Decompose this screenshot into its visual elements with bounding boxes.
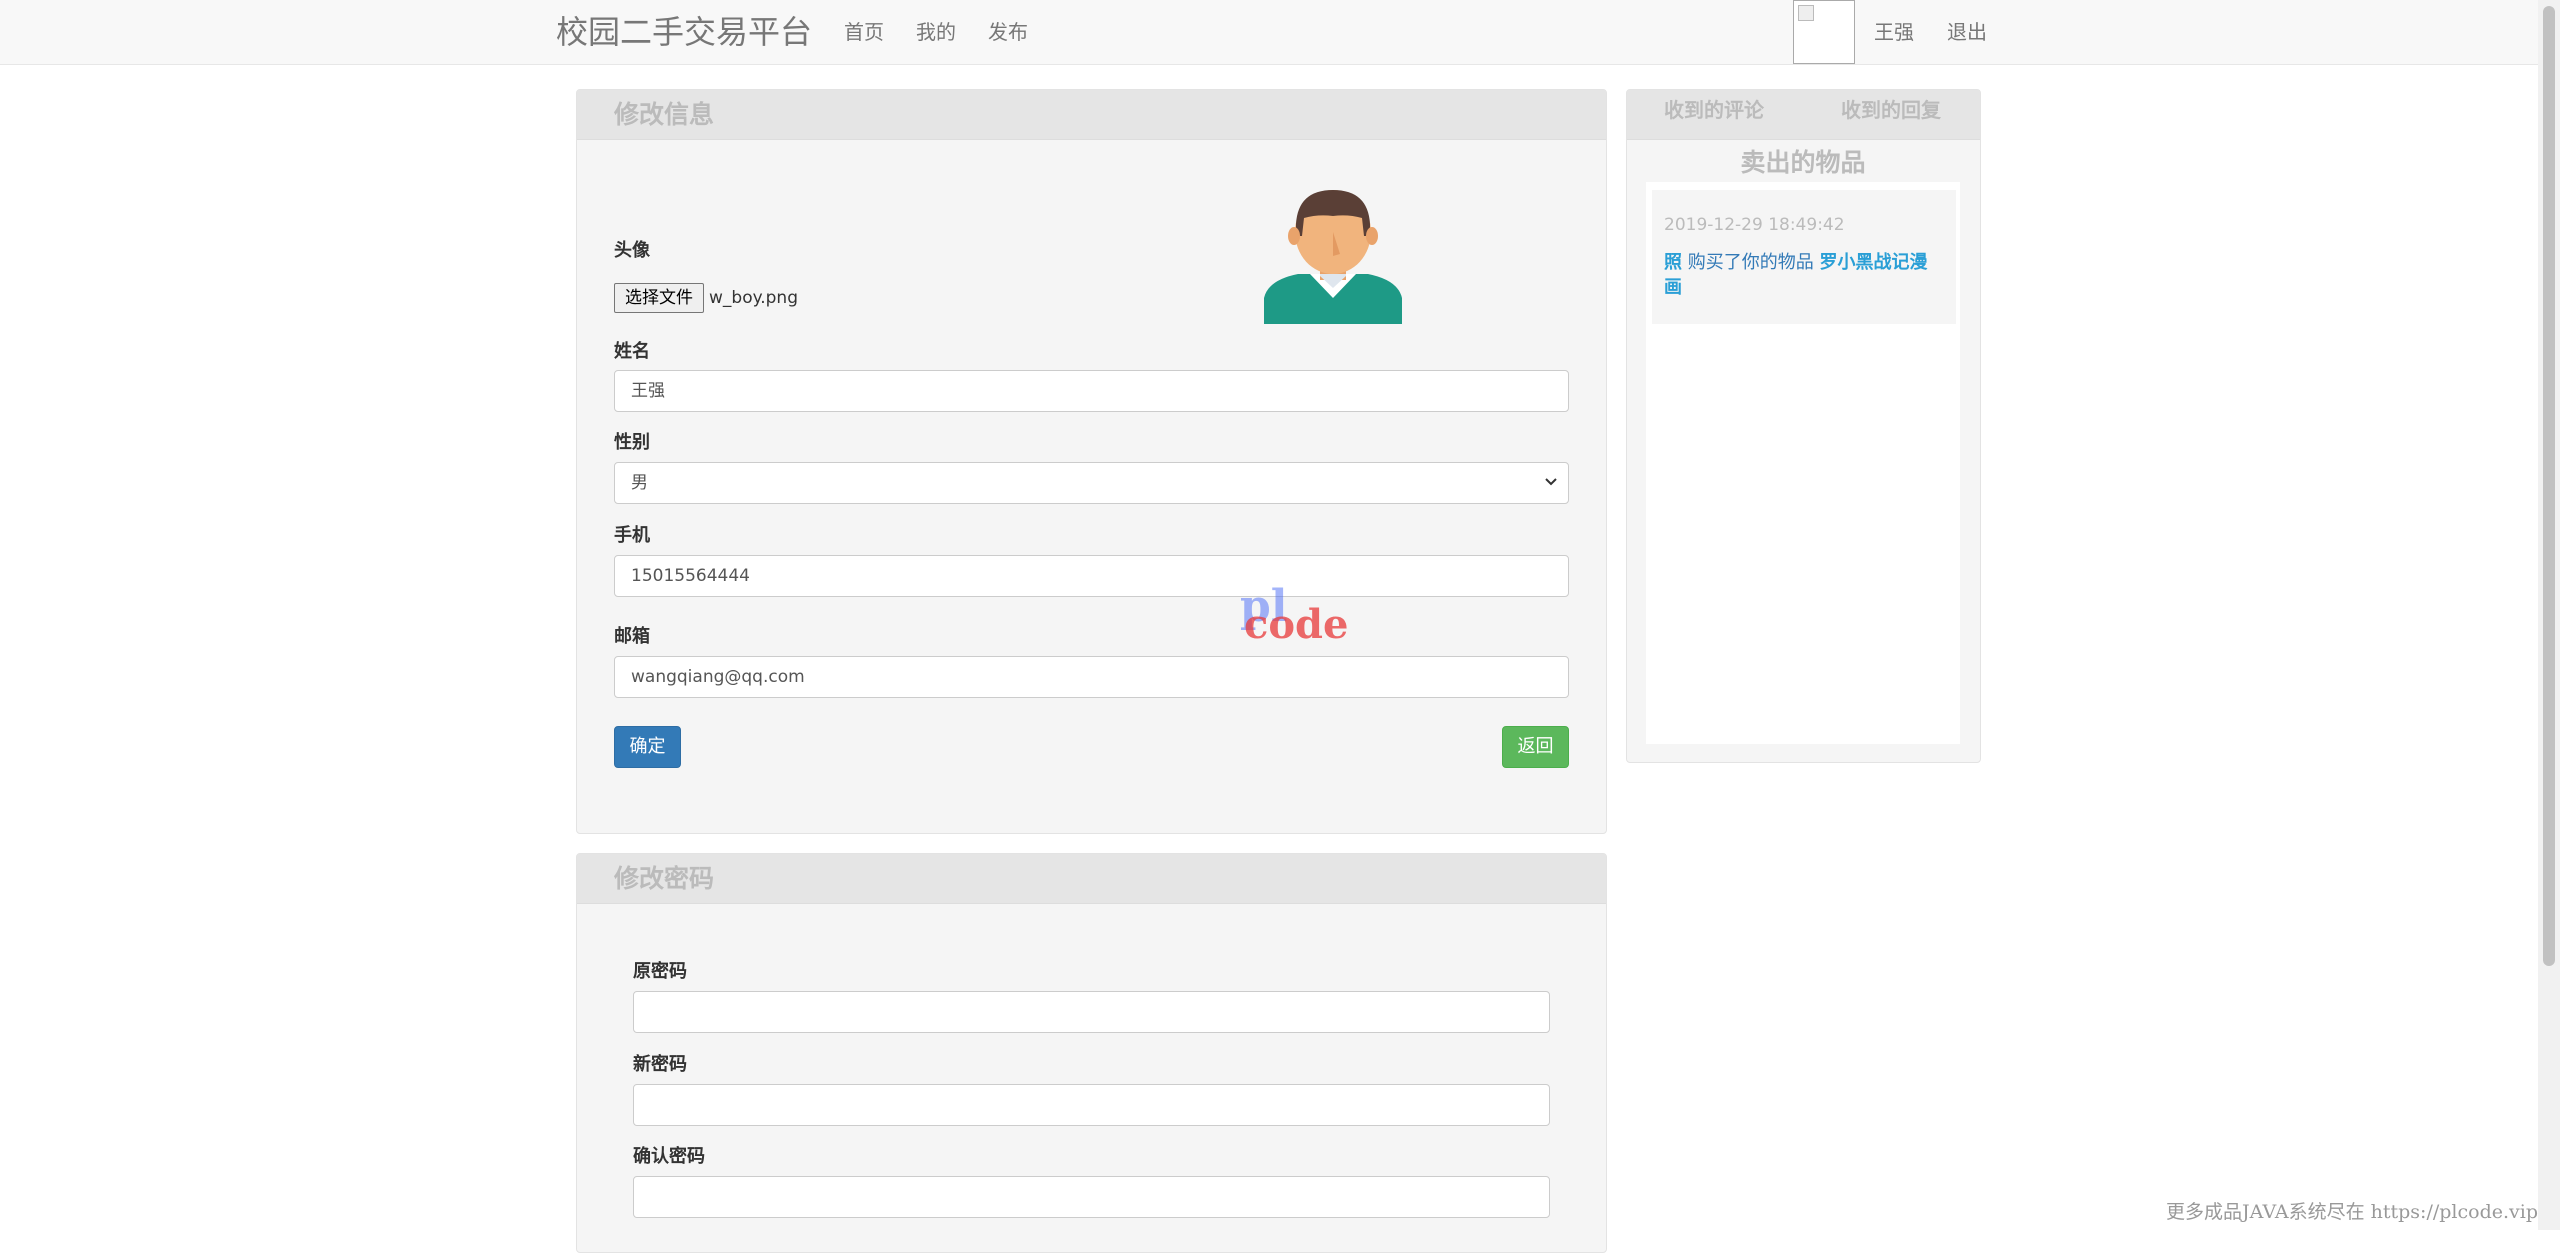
name-input[interactable]: 王强 — [614, 370, 1569, 412]
nav-link-publish[interactable]: 发布 — [988, 20, 1028, 44]
gender-label: 性别 — [614, 432, 650, 453]
profile-avatar-image — [1258, 174, 1408, 326]
selected-file-name: w_boy.png — [709, 288, 798, 308]
phone-label: 手机 — [614, 525, 650, 546]
tab-received-replies[interactable]: 收到的回复 — [1841, 98, 1941, 122]
nav-link-mine[interactable]: 我的 — [916, 20, 956, 44]
brand-title[interactable]: 校园二手交易平台 — [556, 12, 812, 52]
edit-info-heading: 修改信息 — [577, 90, 1606, 140]
chevron-down-icon — [1545, 478, 1557, 486]
confirm-password-label: 确认密码 — [633, 1146, 705, 1167]
page-scrollbar[interactable] — [2538, 0, 2560, 1230]
confirm-password-input[interactable] — [633, 1176, 1550, 1218]
watermark-code: code — [1244, 601, 1349, 648]
back-button[interactable]: 返回 — [1502, 726, 1569, 768]
change-password-heading: 修改密码 — [577, 854, 1606, 904]
old-password-input[interactable] — [633, 991, 1550, 1033]
sold-item-action: 购买了你的物品 — [1687, 252, 1814, 273]
old-password-label: 原密码 — [633, 961, 687, 982]
new-password-label: 新密码 — [633, 1054, 687, 1075]
gender-select[interactable]: 男 — [614, 462, 1569, 504]
name-label: 姓名 — [614, 341, 650, 362]
confirm-button[interactable]: 确定 — [614, 726, 681, 768]
footer-watermark-text: 更多成品JAVA系统尽在 https://plcode.vip — [2166, 1201, 2538, 1223]
tab-received-comments[interactable]: 收到的评论 — [1664, 98, 1764, 122]
user-name-link[interactable]: 王强 — [1874, 20, 1914, 44]
logout-link[interactable]: 退出 — [1947, 20, 1987, 44]
email-label: 邮箱 — [614, 626, 650, 647]
nav-link-home[interactable]: 首页 — [844, 20, 884, 44]
email-input[interactable]: wangqiang@qq.com — [614, 656, 1569, 698]
sold-item-time: 2019-12-29 18:49:42 — [1664, 215, 1845, 235]
edit-info-title: 修改信息 — [614, 100, 715, 129]
buyer-name-link[interactable]: 照 — [1664, 252, 1682, 273]
scrollbar-thumb[interactable] — [2543, 6, 2555, 966]
user-avatar[interactable] — [1793, 0, 1855, 64]
avatar-label: 头像 — [614, 240, 650, 261]
sold-items-title: 卖出的物品 — [1740, 148, 1866, 177]
sold-item-text: 照 购买了你的物品 罗小黑战记漫画 — [1664, 250, 1934, 300]
choose-file-button[interactable]: 选择文件 — [614, 283, 704, 313]
broken-image-icon — [1798, 5, 1814, 21]
change-password-title: 修改密码 — [614, 864, 715, 893]
top-navbar: 校园二手交易平台 首页 我的 发布 王强 退出 — [0, 0, 2560, 65]
plcode-watermark: pl code — [1240, 585, 1348, 645]
gender-selected-value: 男 — [631, 473, 648, 493]
new-password-input[interactable] — [633, 1084, 1550, 1126]
phone-input[interactable]: 15015564444 — [614, 555, 1569, 597]
